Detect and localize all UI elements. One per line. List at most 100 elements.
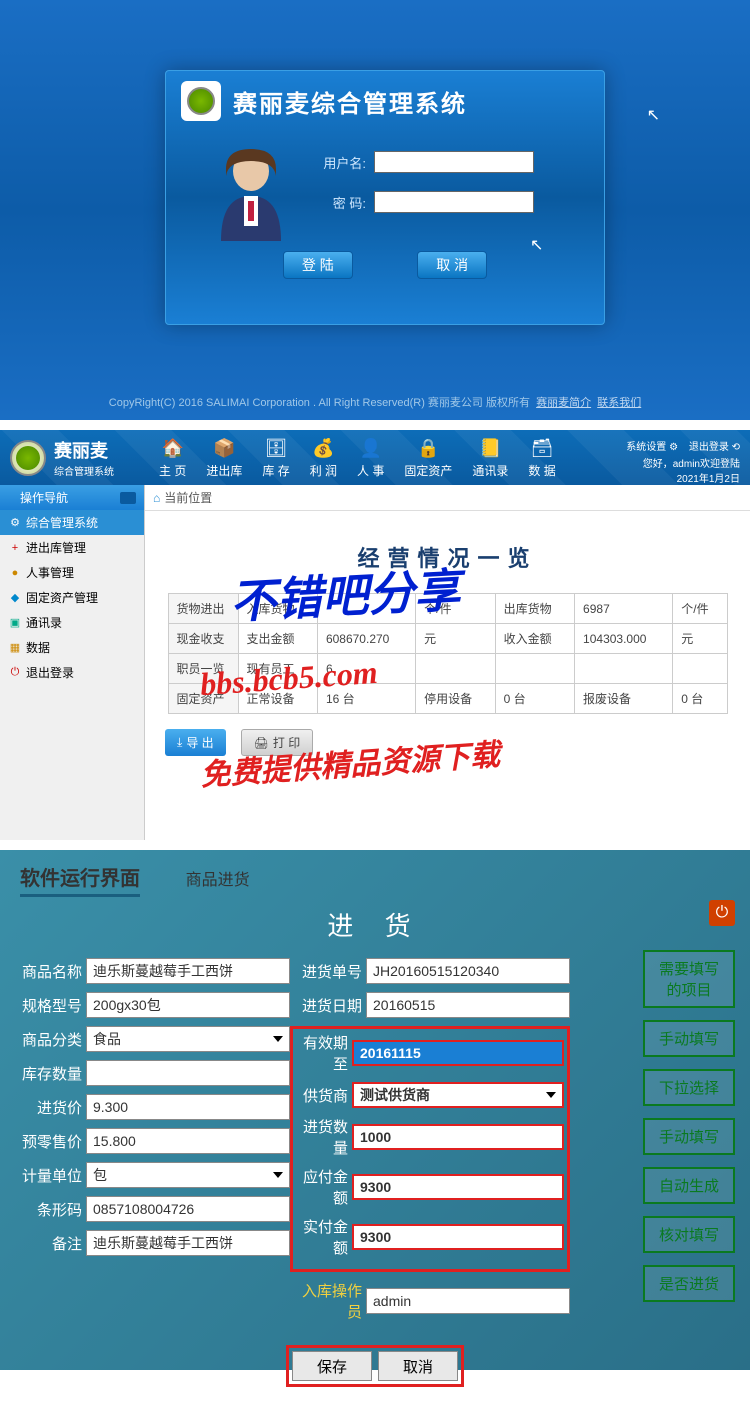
print-button[interactable]: 🖨打 印 (241, 729, 314, 756)
nav-hr[interactable]: 👤人 事 (347, 436, 394, 479)
content-area: ⌂当前位置 经营情况一览 货物进出入库货物个/件出库货物6987个/件 现金收支… (145, 485, 750, 840)
legend: 需要填写 的项目 手动填写 下拉选择 手动填写 自动生成 核对填写 是否进货 (643, 950, 735, 1302)
logo (181, 81, 221, 121)
label-product-name: 商品名称 (10, 961, 82, 982)
sidebar-item-system[interactable]: ⚙综合管理系统 (0, 510, 144, 535)
label-price: 进货价 (10, 1097, 82, 1118)
login-header: 赛丽麦综合管理系统 (166, 71, 604, 131)
login-dialog: 赛丽麦综合管理系统 用户名: 密 码: 登 陆 取 消 (165, 70, 605, 325)
gear-icon: ⚙ (8, 516, 22, 530)
username-label: 用户名: (316, 153, 366, 172)
select-unit[interactable] (86, 1162, 290, 1188)
input-qty[interactable] (352, 1124, 564, 1150)
nav-assets[interactable]: 🔒固定资产 (394, 436, 462, 479)
table-row: 货物进出入库货物个/件出库货物6987个/件 (168, 594, 727, 624)
top-header: 赛丽麦 综合管理系统 🏠主 页 📦进出库 🗄库 存 💰利 润 👤人 事 🔒固定资… (0, 430, 750, 485)
action-group: 保存 取消 (286, 1345, 464, 1387)
legend-auto[interactable]: 自动生成 (643, 1167, 735, 1204)
input-price[interactable] (86, 1094, 290, 1120)
legend-required[interactable]: 需要填写 的项目 (643, 950, 735, 1008)
date-text: 2021年1月2日 (618, 470, 740, 485)
label-orderdate: 进货日期 (290, 995, 362, 1016)
select-supplier[interactable] (352, 1082, 564, 1108)
input-spec[interactable] (86, 992, 290, 1018)
dashboard-screen: 赛丽麦 综合管理系统 🏠主 页 📦进出库 🗄库 存 💰利 润 👤人 事 🔒固定资… (0, 430, 750, 840)
password-input[interactable] (374, 191, 534, 213)
legend-dropdown[interactable]: 下拉选择 (643, 1069, 735, 1106)
export-icon: ⤓ (177, 735, 182, 750)
nav-data[interactable]: 🗃数 据 (518, 436, 565, 479)
input-stock[interactable] (86, 1060, 290, 1086)
export-button[interactable]: ⤓导 出 (165, 729, 226, 756)
sidebar-title: 操作导航 (0, 485, 144, 510)
input-orderdate[interactable] (366, 992, 570, 1018)
label-paid: 实付金额 (296, 1216, 348, 1258)
tab-sub[interactable]: 商品进货 (186, 872, 250, 889)
input-retail[interactable] (86, 1128, 290, 1154)
print-icon: 🖨 (254, 736, 269, 750)
sidebar: 操作导航 ⚙综合管理系统 +进出库管理 ●人事管理 ◆固定资产管理 ▣通讯录 ▦… (0, 485, 145, 840)
username-input[interactable] (374, 151, 534, 173)
system-title: 赛丽麦综合管理系统 (233, 84, 467, 119)
sidebar-item-logout[interactable]: ⏻退出登录 (0, 660, 144, 685)
exit-icon: ⏻ (8, 666, 22, 680)
page-title: 经营情况一览 (145, 511, 750, 593)
input-payable[interactable] (352, 1174, 564, 1200)
nav-stock[interactable]: 🗄库 存 (252, 436, 299, 479)
input-expire[interactable] (352, 1040, 564, 1066)
settings-link[interactable]: 系统设置 ⚙ (626, 442, 678, 453)
main-nav: 🏠主 页 📦进出库 🗄库 存 💰利 润 👤人 事 🔒固定资产 📒通讯录 🗃数 据 (149, 436, 566, 479)
power-button[interactable]: ⏻ (709, 900, 735, 926)
label-operator: 入库操作员 (290, 1280, 362, 1322)
nav-profit[interactable]: 💰利 润 (300, 436, 347, 479)
sidebar-item-inout[interactable]: +进出库管理 (0, 535, 144, 560)
home-icon: 🏠 (161, 436, 185, 460)
logo-icon (10, 440, 46, 476)
box-icon: 📦 (212, 436, 236, 460)
input-remark[interactable] (86, 1230, 290, 1256)
legend-manual[interactable]: 手动填写 (643, 1020, 735, 1057)
legend-confirm[interactable]: 是否进货 (643, 1265, 735, 1302)
user-icon: 👤 (359, 436, 383, 460)
login-button[interactable]: 登 陆 (283, 251, 353, 279)
copyright: CopyRight(C) 2016 SALIMAI Corporation . … (0, 394, 750, 410)
brand-sub: 综合管理系统 (54, 463, 114, 478)
form-screen: 软件运行界面 商品进货 进 货 ⏻ 商品名称 规格型号 商品分类 库存数量 进货… (0, 850, 750, 1370)
legend-verify[interactable]: 核对填写 (643, 1216, 735, 1253)
select-category[interactable] (86, 1026, 290, 1052)
label-spec: 规格型号 (10, 995, 82, 1016)
nav-inout[interactable]: 📦进出库 (196, 436, 252, 479)
required-group: 有效期至 供货商 进货数量 应付金额 实付金额 (290, 1026, 570, 1272)
link-about[interactable]: 赛丽麦简介 (536, 397, 591, 409)
input-orderno[interactable] (366, 958, 570, 984)
label-qty: 进货数量 (296, 1116, 348, 1158)
lock-icon: ◆ (8, 591, 22, 605)
save-button[interactable]: 保存 (292, 1351, 372, 1381)
cancel-button[interactable]: 取 消 (417, 251, 487, 279)
table-row: 现金收支支出金额608670.270元收入金额104303.000元 (168, 624, 727, 654)
input-paid[interactable] (352, 1224, 564, 1250)
nav-contacts[interactable]: 📒通讯录 (462, 436, 518, 479)
label-supplier: 供货商 (296, 1085, 348, 1106)
legend-manual2[interactable]: 手动填写 (643, 1118, 735, 1155)
input-operator[interactable] (366, 1288, 570, 1314)
sidebar-item-hr[interactable]: ●人事管理 (0, 560, 144, 585)
sidebar-item-data[interactable]: ▦数据 (0, 635, 144, 660)
cursor-icon: ↖ (647, 105, 660, 125)
label-category: 商品分类 (10, 1029, 82, 1050)
cancel-button[interactable]: 取消 (378, 1351, 458, 1381)
summary-table: 货物进出入库货物个/件出库货物6987个/件 现金收支支出金额608670.27… (168, 593, 728, 714)
logout-link[interactable]: 退出登录 ⟲ (689, 442, 740, 453)
link-contact[interactable]: 联系我们 (597, 397, 641, 409)
home-icon: ⌂ (153, 491, 160, 505)
power-icon: ⏻ (716, 904, 729, 922)
table-row: 固定资产正常设备16 台停用设备0 台报废设备0 台 (168, 684, 727, 714)
label-orderno: 进货单号 (290, 961, 362, 982)
sidebar-item-contacts[interactable]: ▣通讯录 (0, 610, 144, 635)
nav-home[interactable]: 🏠主 页 (149, 436, 196, 479)
input-barcode[interactable] (86, 1196, 290, 1222)
user-icon: ● (8, 566, 22, 580)
sidebar-item-assets[interactable]: ◆固定资产管理 (0, 585, 144, 610)
safe-icon: 🔒 (416, 436, 440, 460)
input-product-name[interactable] (86, 958, 290, 984)
